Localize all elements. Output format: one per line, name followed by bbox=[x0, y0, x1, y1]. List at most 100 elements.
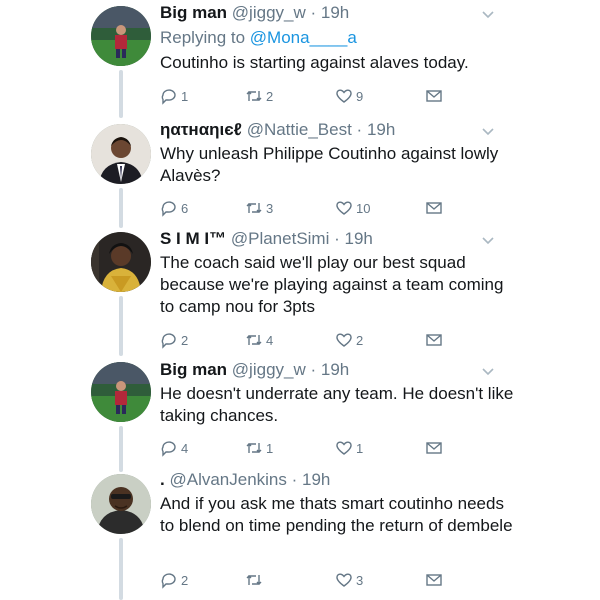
display-name[interactable]: S I M I™ bbox=[160, 229, 226, 248]
display-name[interactable]: Big man bbox=[160, 360, 227, 379]
timestamp[interactable]: 19h bbox=[321, 360, 349, 379]
retweet-count: 1 bbox=[266, 440, 274, 456]
dm-button[interactable] bbox=[425, 198, 443, 218]
avatar-photo bbox=[91, 124, 151, 184]
tweet-actions: 4 1 1 bbox=[160, 438, 460, 458]
thread-line bbox=[119, 296, 123, 356]
separator: · bbox=[305, 3, 321, 22]
reply-icon bbox=[161, 333, 176, 349]
retweet-icon bbox=[246, 443, 262, 453]
like-count: 2 bbox=[356, 332, 364, 348]
user-handle[interactable]: @jiggy_w bbox=[232, 3, 306, 22]
retweet-count: 4 bbox=[266, 332, 274, 348]
envelope-icon bbox=[426, 202, 442, 214]
dm-button[interactable] bbox=[425, 330, 443, 350]
reply-button[interactable]: 6 bbox=[160, 198, 188, 218]
mention-link[interactable]: @Mona____a bbox=[250, 28, 357, 47]
separator: · bbox=[305, 360, 321, 379]
retweet-count: 3 bbox=[266, 200, 274, 216]
retweet-icon bbox=[246, 91, 262, 101]
thread-line bbox=[119, 426, 123, 472]
avatar[interactable] bbox=[91, 124, 151, 184]
tweet-text: The coach said we'll play our best squad… bbox=[160, 253, 504, 316]
separator: · bbox=[286, 470, 303, 489]
reply-icon bbox=[161, 573, 176, 589]
avatar-photo bbox=[91, 6, 151, 66]
tweet-header: S I M I™ @PlanetSimi · 19h bbox=[160, 229, 373, 249]
like-button[interactable]: 9 bbox=[335, 86, 363, 106]
tweet-actions: 1 2 9 bbox=[160, 86, 460, 106]
separator: · bbox=[351, 120, 367, 139]
avatar-photo bbox=[91, 474, 151, 534]
heart-icon bbox=[336, 201, 352, 215]
retweet-button[interactable]: 4 bbox=[245, 330, 273, 350]
envelope-icon bbox=[426, 442, 442, 454]
dm-button[interactable] bbox=[425, 86, 443, 106]
like-button[interactable]: 1 bbox=[335, 438, 363, 458]
tweet-header: Big man @jiggy_w · 19h bbox=[160, 3, 349, 23]
user-handle[interactable]: @AlvanJenkins bbox=[169, 470, 286, 489]
reply-count: 6 bbox=[181, 200, 189, 216]
dm-button[interactable] bbox=[425, 570, 443, 590]
like-count: 10 bbox=[356, 200, 371, 216]
like-count: 3 bbox=[356, 572, 364, 588]
retweet-button[interactable]: 3 bbox=[245, 198, 273, 218]
chevron-down-icon[interactable] bbox=[481, 234, 495, 248]
separator: · bbox=[329, 229, 345, 248]
avatar[interactable] bbox=[91, 362, 151, 422]
envelope-icon bbox=[426, 334, 442, 346]
reply-count: 2 bbox=[181, 572, 189, 588]
reply-button[interactable]: 2 bbox=[160, 570, 188, 590]
reply-icon bbox=[161, 201, 176, 217]
like-count: 1 bbox=[356, 440, 364, 456]
chevron-down-icon[interactable] bbox=[481, 8, 495, 22]
user-handle[interactable]: @Nattie_Best bbox=[247, 120, 352, 139]
reply-button[interactable]: 4 bbox=[160, 438, 188, 458]
avatar[interactable] bbox=[91, 474, 151, 534]
timestamp[interactable]: 19h bbox=[321, 3, 349, 22]
retweet-button[interactable]: 2 bbox=[245, 86, 273, 106]
display-name[interactable]: . bbox=[160, 470, 165, 489]
replying-label: Replying to bbox=[160, 28, 250, 47]
like-button[interactable]: 3 bbox=[335, 570, 363, 590]
timestamp[interactable]: 19h bbox=[302, 470, 330, 489]
user-handle[interactable]: @jiggy_w bbox=[232, 360, 306, 379]
reply-count: 4 bbox=[181, 440, 189, 456]
heart-icon bbox=[336, 441, 352, 455]
like-button[interactable]: 10 bbox=[335, 198, 370, 218]
replying-to: Replying to @Mona____a bbox=[160, 28, 357, 48]
thread-line bbox=[119, 70, 123, 118]
avatar[interactable] bbox=[91, 6, 151, 66]
tweet-text: And if you ask me thats smart coutinho n… bbox=[160, 494, 513, 535]
timestamp[interactable]: 19h bbox=[367, 120, 395, 139]
avatar-photo bbox=[91, 362, 151, 422]
envelope-icon bbox=[426, 574, 442, 586]
reply-count: 1 bbox=[181, 88, 189, 104]
reply-button[interactable]: 2 bbox=[160, 330, 188, 350]
retweet-icon bbox=[246, 203, 262, 213]
thread-line bbox=[119, 188, 123, 228]
display-name[interactable]: Big man bbox=[160, 3, 227, 22]
tweet-header: . @AlvanJenkins · 19h bbox=[160, 470, 330, 490]
thread-line bbox=[119, 538, 123, 600]
avatar[interactable] bbox=[91, 232, 151, 292]
tweet-actions: 2 3 bbox=[160, 570, 460, 590]
reply-button[interactable]: 1 bbox=[160, 86, 188, 106]
chevron-down-icon[interactable] bbox=[481, 125, 495, 139]
tweet-header: ηατнαηιєℓ @Nattie_Best · 19h bbox=[160, 120, 395, 140]
retweet-button[interactable]: 1 bbox=[245, 438, 273, 458]
tweet-actions: 6 3 10 bbox=[160, 198, 460, 218]
dm-button[interactable] bbox=[425, 438, 443, 458]
heart-icon bbox=[336, 573, 352, 587]
retweet-count: 2 bbox=[266, 88, 274, 104]
like-button[interactable]: 2 bbox=[335, 330, 363, 350]
tweet-text: Coutinho is starting against alaves toda… bbox=[160, 53, 469, 72]
user-handle[interactable]: @PlanetSimi bbox=[231, 229, 330, 248]
chevron-down-icon[interactable] bbox=[481, 365, 495, 379]
display-name[interactable]: ηατнαηιєℓ bbox=[160, 120, 242, 139]
timestamp[interactable]: 19h bbox=[344, 229, 372, 248]
heart-icon bbox=[336, 89, 352, 103]
tweet-text: Why unleash Philippe Coutinho against lo… bbox=[160, 144, 499, 185]
retweet-button[interactable] bbox=[245, 570, 266, 590]
tweet-header: Big man @jiggy_w · 19h bbox=[160, 360, 349, 380]
